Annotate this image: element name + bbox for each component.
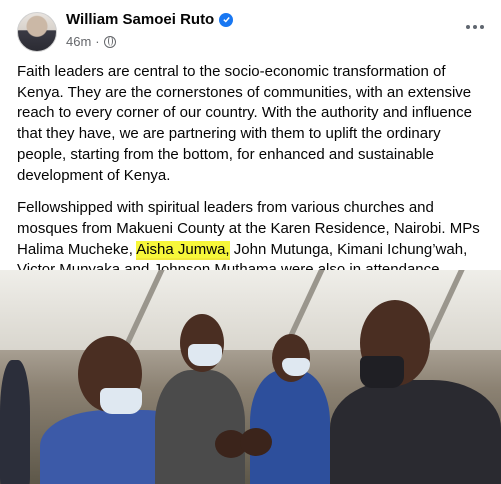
highlighted-name: Aisha Jumwa, — [136, 240, 230, 258]
post-header: William Samoei Ruto 46m · — [0, 0, 501, 60]
more-options-icon — [466, 25, 470, 29]
post-timestamp[interactable]: 46m — [66, 34, 91, 49]
post-paragraph-2: Fellowshipped with spiritual leaders fro… — [17, 198, 487, 281]
person-blue-jacket — [250, 370, 330, 484]
person-grey-coat — [155, 370, 245, 484]
author-avatar[interactable] — [17, 12, 57, 52]
post-paragraph-1: Faith leaders are central to the socio-e… — [17, 63, 472, 184]
person-dark-suit — [330, 380, 501, 484]
fist-bump — [240, 428, 272, 456]
face-mask — [360, 356, 404, 388]
post-meta: 46m · — [66, 34, 116, 49]
more-options-button[interactable] — [463, 22, 487, 32]
meta-separator: · — [95, 34, 100, 49]
globe-icon[interactable] — [103, 35, 116, 48]
post-photo[interactable] — [0, 270, 501, 484]
author-name-row: William Samoei Ruto — [66, 11, 234, 28]
author-name[interactable]: William Samoei Ruto — [66, 11, 214, 28]
face-mask — [100, 388, 142, 414]
face-mask — [188, 344, 222, 366]
person-left-edge — [0, 360, 30, 484]
post-text: Faith leaders are central to the socio-e… — [17, 62, 487, 281]
verified-badge-icon — [219, 12, 234, 27]
